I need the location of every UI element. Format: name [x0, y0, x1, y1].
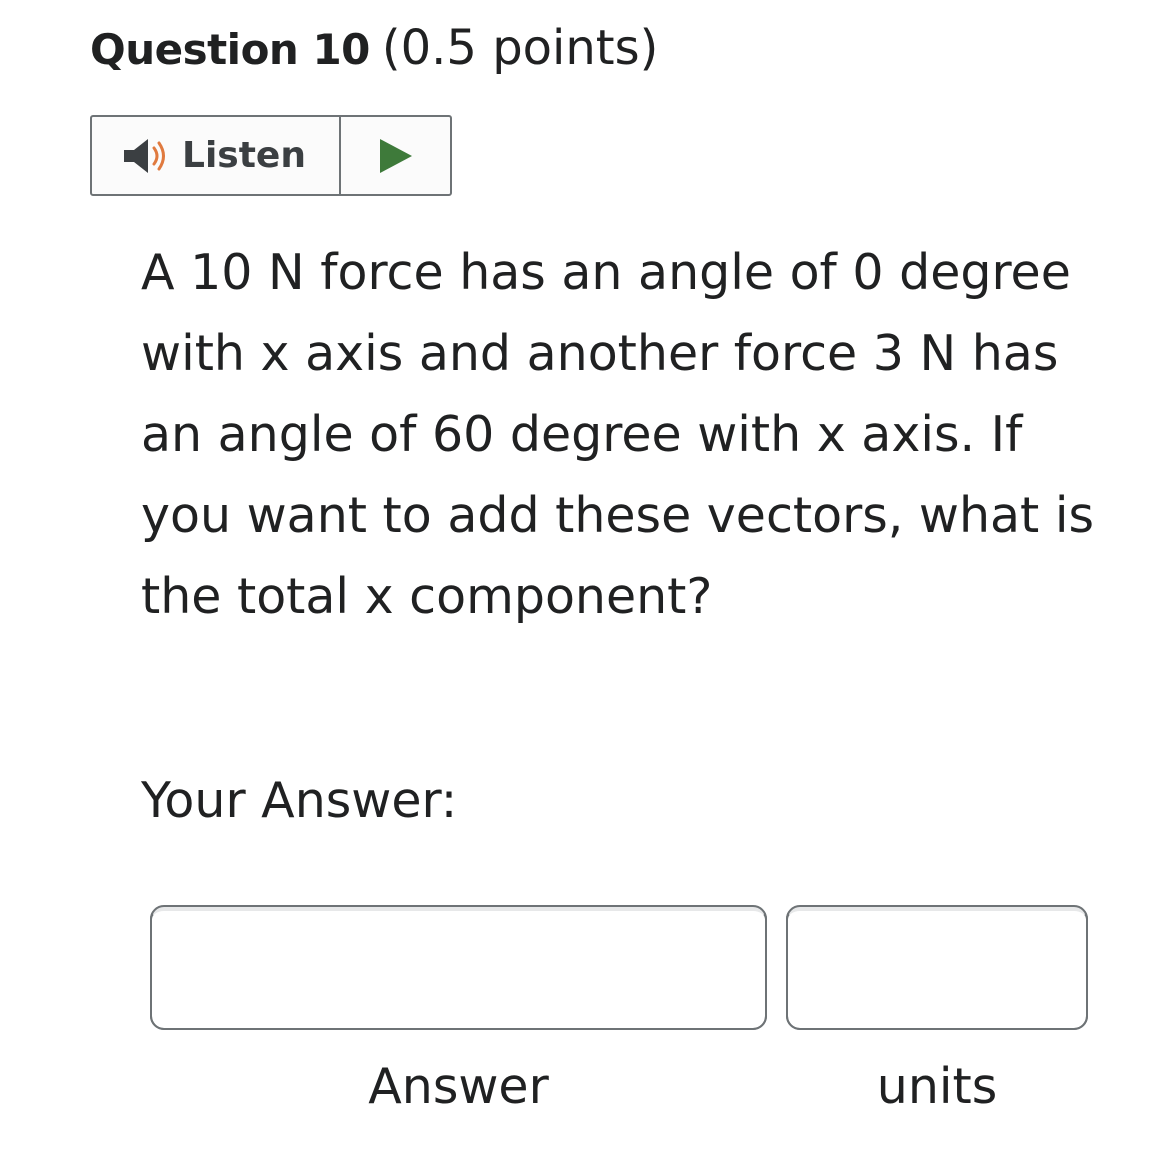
speaker-icon	[122, 134, 172, 178]
answer-caption: Answer	[368, 1058, 549, 1115]
listen-label: Listen	[182, 135, 306, 176]
units-input[interactable]	[786, 905, 1088, 1030]
question-text: A 10 N force has an angle of 0 degree wi…	[141, 244, 1094, 625]
question-points: (0.5 points)	[381, 20, 659, 76]
question-header: Question 10 (0.5 points)	[90, 20, 658, 84]
units-caption: units	[876, 1058, 998, 1115]
read-aloud-widget: Listen	[90, 115, 452, 196]
question-number: Question 10	[90, 25, 370, 74]
listen-button[interactable]: Listen	[92, 117, 341, 194]
play-button[interactable]	[341, 117, 450, 194]
play-icon	[377, 136, 415, 176]
answer-input[interactable]	[150, 905, 767, 1030]
your-answer-label: Your Answer:	[141, 772, 458, 829]
